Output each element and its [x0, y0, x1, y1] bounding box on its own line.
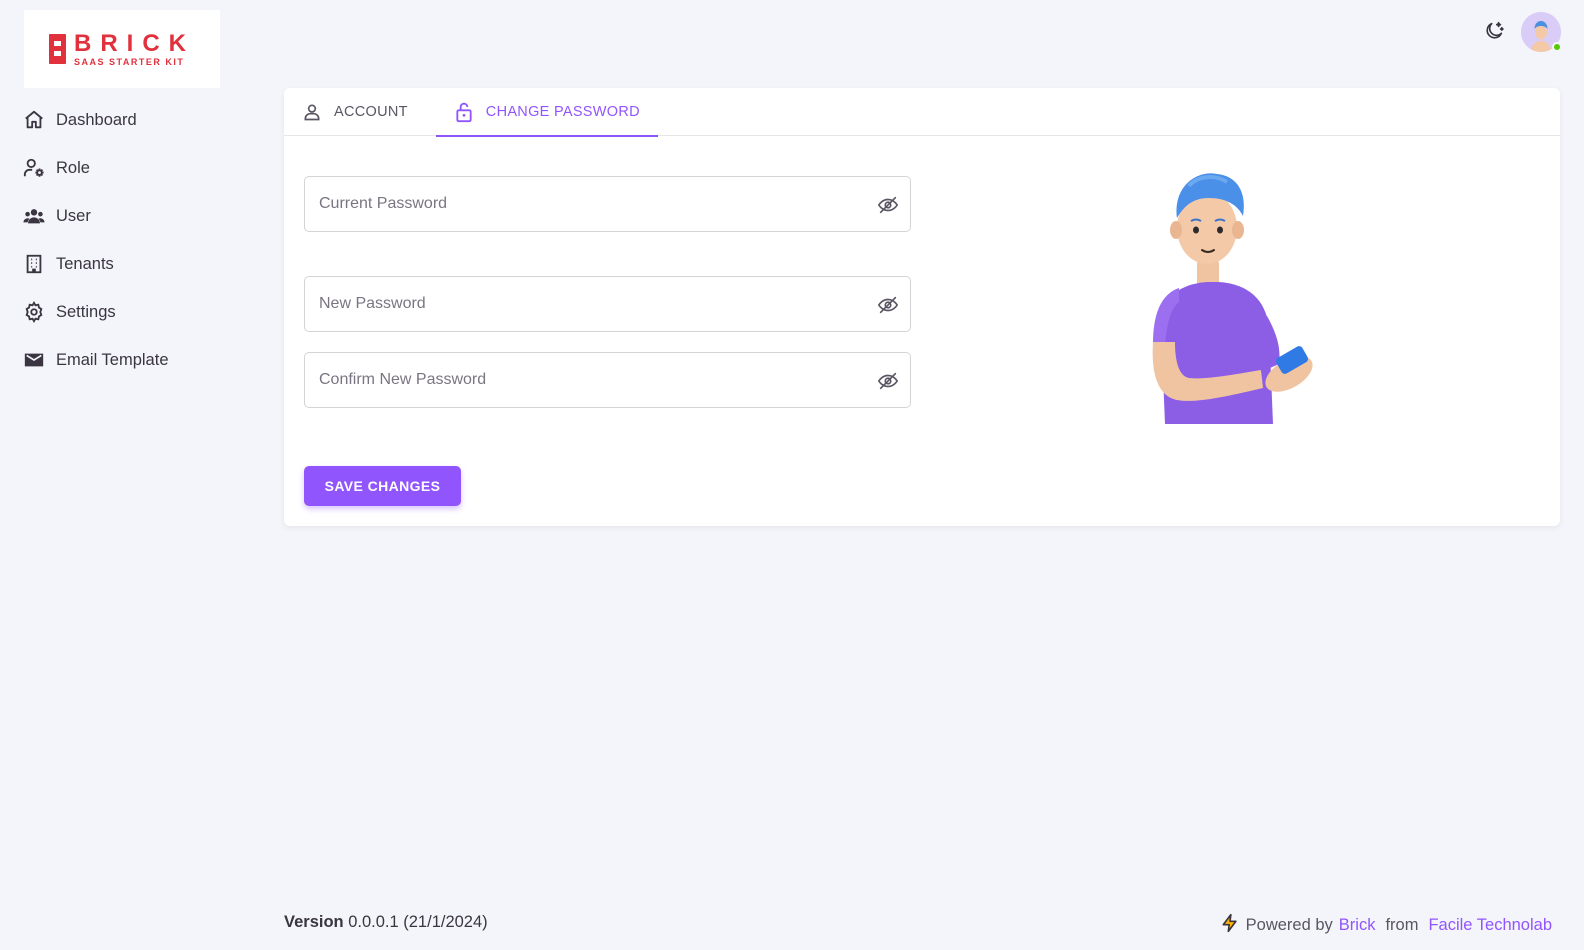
gear-icon	[22, 300, 46, 324]
sidebar-item-dashboard[interactable]: Dashboard	[22, 96, 242, 144]
from-text: from	[1385, 916, 1419, 934]
lock-open-icon	[454, 101, 474, 123]
version-info: Version 0.0.0.1 (21/1/2024)	[284, 913, 488, 932]
moon-stars-icon	[1483, 20, 1505, 47]
brand-logo[interactable]: BRICK SAAS STARTER KIT	[24, 10, 220, 88]
eye-off-icon[interactable]	[876, 293, 900, 317]
facile-technolab-link[interactable]: Facile Technolab	[1428, 916, 1552, 935]
save-changes-button[interactable]: SAVE CHANGES	[304, 466, 461, 506]
version-label: Version	[284, 913, 344, 931]
avatar[interactable]	[1521, 12, 1562, 52]
sidebar-item-label: Settings	[56, 302, 116, 321]
account-settings-card: ACCOUNT CHANGE PASSWORD SAVE CHANGES	[284, 88, 1560, 526]
theme-toggle-button[interactable]	[1481, 20, 1507, 46]
person-with-phone-illustration	[1139, 166, 1329, 426]
user-outline-icon	[302, 102, 322, 122]
sidebar-item-settings[interactable]: Settings	[22, 288, 242, 336]
sidebar-item-label: Dashboard	[56, 110, 137, 129]
tab-label: ACCOUNT	[334, 104, 408, 120]
users-icon	[22, 204, 46, 228]
current-password-input[interactable]	[319, 195, 859, 213]
email-icon	[22, 348, 46, 372]
tab-account[interactable]: ACCOUNT	[302, 88, 426, 136]
powered-by-text: Powered by	[1245, 916, 1333, 934]
building-icon	[22, 252, 46, 276]
sidebar-item-label: Role	[56, 158, 90, 177]
user-cog-icon	[22, 156, 46, 180]
sidebar-item-user[interactable]: User	[22, 192, 242, 240]
sidebar-item-label: Email Template	[56, 350, 169, 369]
sidebar-item-label: Tenants	[56, 254, 114, 273]
tab-change-password[interactable]: CHANGE PASSWORD	[435, 88, 658, 137]
eye-off-icon[interactable]	[876, 193, 900, 217]
brick-logo-mark	[49, 34, 66, 64]
powered-by: Powered by Brick from Facile Technolab	[1220, 913, 1552, 938]
brick-link[interactable]: Brick	[1339, 916, 1376, 935]
sidebar-item-role[interactable]: Role	[22, 144, 242, 192]
current-password-field[interactable]	[304, 176, 911, 232]
eye-off-icon[interactable]	[876, 369, 900, 393]
sidebar-item-label: User	[56, 206, 91, 225]
settings-tabs: ACCOUNT CHANGE PASSWORD	[284, 88, 1560, 137]
brand-title: BRICK	[74, 29, 195, 57]
confirm-password-input[interactable]	[319, 371, 859, 389]
lightning-icon	[1220, 913, 1240, 938]
sidebar-item-tenants[interactable]: Tenants	[22, 240, 242, 288]
sidebar-item-email-template[interactable]: Email Template	[22, 336, 242, 384]
confirm-password-field[interactable]	[304, 352, 911, 408]
sidebar-nav: Dashboard Role User Tenants Settings Ema…	[22, 96, 242, 384]
version-value: 0.0.0.1 (21/1/2024)	[348, 913, 488, 931]
brand-subtitle: SAAS STARTER KIT	[74, 56, 185, 67]
new-password-input[interactable]	[319, 295, 859, 313]
home-icon	[22, 108, 46, 132]
online-status-badge	[1552, 42, 1562, 52]
tab-label: CHANGE PASSWORD	[485, 104, 640, 120]
new-password-field[interactable]	[304, 276, 911, 332]
